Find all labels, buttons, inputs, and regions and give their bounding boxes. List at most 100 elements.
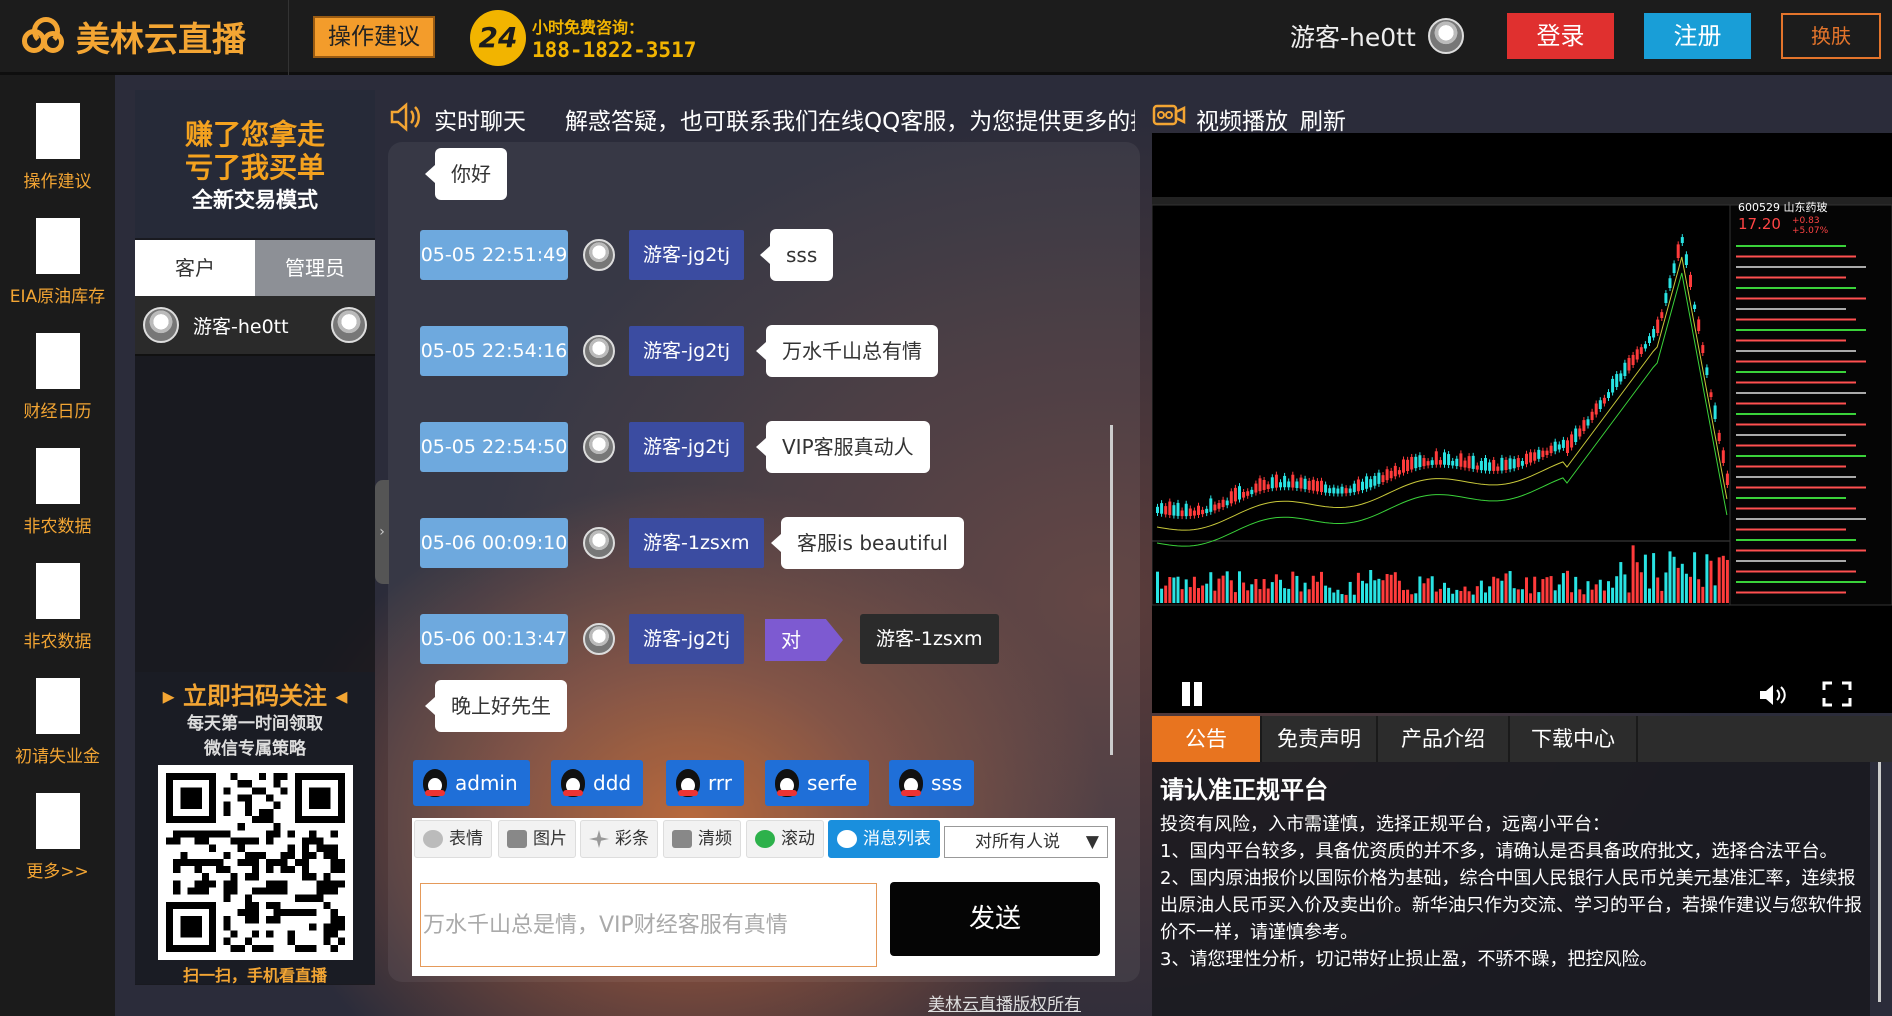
send-button[interactable]: 发送 — [890, 882, 1100, 956]
qq-service-button[interactable]: admin — [413, 760, 530, 806]
nav-item-suggest[interactable]: 操作建议 — [0, 103, 115, 192]
volume-bar — [1291, 571, 1295, 603]
volume-bar — [1484, 592, 1487, 603]
stock-chart-frame: 600529 山东药玻 17.20 +0.83 +5.07% — [1152, 197, 1892, 606]
volume-bar — [1672, 556, 1676, 603]
message-username[interactable]: 游客-jg2tj — [629, 230, 745, 280]
message-username[interactable]: 游客-1zsxm — [629, 518, 764, 568]
nav-item-nonfarm[interactable]: 非农数据 — [0, 448, 115, 537]
candle-body — [1529, 452, 1533, 463]
message-username[interactable]: 游客-jg2tj — [629, 422, 745, 472]
qq-service-button[interactable]: sss — [889, 760, 975, 806]
chat-scrollbar[interactable] — [1110, 425, 1113, 755]
message-input[interactable]: 万水千山总是情，VIP财经客服有真情 — [420, 883, 877, 967]
nav-item-nonfarm-2[interactable]: 非农数据 — [0, 563, 115, 652]
volume-bar — [1648, 588, 1651, 603]
clear-button[interactable]: 清频 — [663, 820, 741, 858]
nav-item-calendar[interactable]: 财经日历 — [0, 333, 115, 422]
colorbar-button[interactable]: 彩条 — [580, 820, 658, 858]
volume-bar — [1590, 589, 1594, 603]
suggest-button[interactable]: 操作建议 — [313, 16, 435, 58]
volume-bar — [1512, 588, 1516, 603]
refresh-button[interactable]: 刷新 — [1300, 102, 1346, 136]
nav-item-more[interactable]: 更多>> — [0, 793, 115, 882]
candle-body — [1254, 483, 1258, 493]
candle-body — [1680, 237, 1684, 243]
candle-body — [1537, 449, 1541, 459]
volume-bar — [1365, 583, 1369, 603]
user-avatar — [583, 335, 615, 367]
volume-bar — [1221, 575, 1225, 603]
volume-bar — [1311, 575, 1315, 603]
volume-bar — [1397, 580, 1401, 603]
candle-body — [1443, 452, 1446, 465]
candle-body — [1643, 344, 1647, 349]
qq-service-button[interactable]: rrr — [666, 760, 744, 806]
candle-body — [1709, 392, 1713, 397]
pause-button[interactable] — [1180, 682, 1204, 706]
message-recipient[interactable]: 游客-1zsxm — [860, 614, 999, 664]
message-timestamp: 05-06 00:09:10 — [420, 518, 568, 568]
candle-body — [1418, 455, 1422, 468]
candle-body — [1615, 374, 1619, 387]
candle-body — [1713, 405, 1717, 419]
emoji-button[interactable]: 表情 — [414, 820, 492, 858]
volume-bar — [1488, 586, 1492, 603]
candle-body — [1295, 481, 1299, 488]
volume-bar — [1693, 552, 1697, 603]
notice-scrollbar[interactable] — [1878, 762, 1881, 1002]
dropdown-arrow-icon: ▼ — [1085, 832, 1099, 852]
quote-row — [1736, 570, 1856, 573]
candle-body — [1656, 319, 1660, 333]
collapse-panel-handle[interactable]: › — [375, 480, 389, 584]
qq-service-button[interactable]: serfe — [765, 760, 870, 806]
copyright-link[interactable]: 美林云直播版权所有 — [928, 990, 1081, 1015]
volume-bar — [1340, 594, 1344, 603]
candle-body — [1598, 400, 1602, 409]
video-player[interactable]: 600529 山东药玻 17.20 +0.83 +5.07% — [1152, 133, 1892, 713]
scroll-toggle[interactable]: 滚动 — [746, 820, 824, 858]
tab-disclaimer[interactable]: 免责声明 — [1262, 716, 1378, 762]
volume-icon[interactable] — [1758, 683, 1788, 707]
nav-item-eia[interactable]: EIA原油库存 — [0, 218, 115, 307]
qq-service-button[interactable]: ddd — [551, 760, 644, 806]
volume-bar — [1369, 570, 1373, 603]
tab-admin[interactable]: 管理员 — [255, 240, 375, 296]
message-list-button[interactable]: 消息列表 — [828, 820, 940, 858]
volume-bar — [1664, 572, 1668, 603]
image-button[interactable]: 图片 — [498, 820, 576, 858]
tab-download[interactable]: 下载中心 — [1510, 716, 1638, 762]
candle-body — [1672, 263, 1676, 273]
message-username[interactable]: 游客-jg2tj — [629, 614, 745, 664]
nav-item-jobless[interactable]: 初请失业金 — [0, 678, 115, 767]
volume-bar — [1607, 581, 1610, 603]
volume-bar — [1557, 584, 1561, 603]
volume-bar — [1627, 592, 1631, 603]
candle-body — [1590, 411, 1594, 420]
login-button[interactable]: 登录 — [1507, 13, 1614, 59]
promo-banner[interactable]: 赚了您拿走 亏了我买单 全新交易模式 — [135, 90, 375, 238]
register-button[interactable]: 注册 — [1644, 13, 1751, 59]
recipient-select[interactable]: 对所有人说 ▼ — [944, 826, 1108, 858]
online-user-row[interactable]: 游客-he0tt — [135, 296, 375, 356]
candle-body — [1385, 469, 1389, 481]
volume-bar — [1537, 592, 1541, 603]
candle-body — [1557, 444, 1561, 450]
volume-bar — [1307, 589, 1311, 603]
user-avatar[interactable] — [1428, 18, 1464, 54]
volume-bar — [1250, 584, 1254, 603]
tab-product-intro[interactable]: 产品介绍 — [1378, 716, 1510, 762]
candle-body — [1287, 481, 1291, 488]
message-username[interactable]: 游客-jg2tj — [629, 326, 745, 376]
fullscreen-icon[interactable] — [1822, 681, 1852, 707]
logo[interactable]: 美林云直播 — [18, 12, 246, 61]
volume-bar — [1287, 588, 1291, 603]
candle-body — [1242, 491, 1246, 498]
skin-button[interactable]: 换肤 — [1781, 13, 1881, 59]
tab-customer[interactable]: 客户 — [135, 240, 255, 296]
quote-row — [1736, 476, 1856, 478]
candle-body — [1279, 482, 1282, 488]
volume-bar — [1201, 585, 1205, 603]
volume-bar — [1701, 586, 1705, 603]
tab-announcement[interactable]: 公告 — [1152, 716, 1262, 762]
